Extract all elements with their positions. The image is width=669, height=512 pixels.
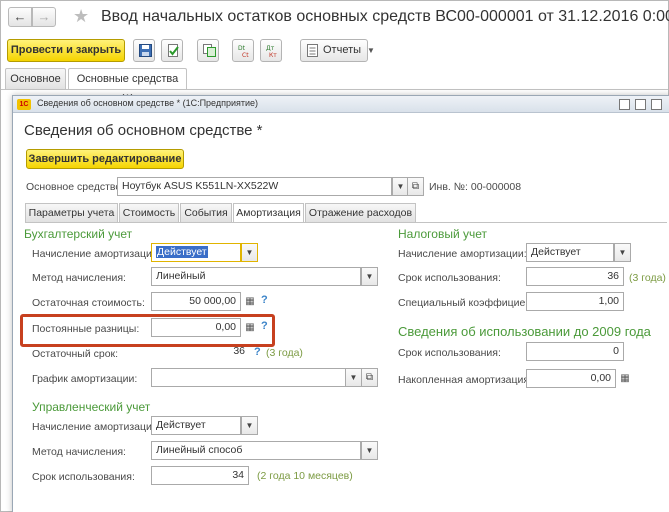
tax-section-title: Налоговый учет: [398, 227, 487, 241]
residual-calculator-icon[interactable]: ▦: [241, 292, 259, 311]
tax-depr-dropdown[interactable]: ▼: [614, 243, 631, 262]
remaining-term-help-icon[interactable]: ?: [254, 346, 261, 358]
save-button[interactable]: [133, 39, 155, 62]
management-method-label: Метод начисления:: [32, 446, 126, 458]
permanent-diff-highlight: [20, 314, 275, 347]
management-method-dropdown[interactable]: ▼: [361, 441, 378, 460]
residual-cost-field[interactable]: 50 000,00: [151, 292, 241, 311]
tabs-divider: [1, 89, 668, 90]
dt-kt-ru-icon: ДтКт: [266, 45, 277, 57]
pre2009-term-label: Срок использования:: [398, 347, 501, 359]
tab-fixed-assets[interactable]: Основные средства (1): [68, 68, 187, 105]
dialog-window-title: Сведения об основном средстве * (1С:Пред…: [37, 98, 259, 108]
open-asset-icon[interactable]: ⧉: [407, 177, 424, 196]
svg-text:Дт: Дт: [266, 45, 275, 52]
tax-term-note: (3 года): [629, 272, 666, 284]
management-term-note: (2 года 10 месяцев): [257, 470, 353, 482]
svg-text:Dt: Dt: [238, 45, 246, 52]
accounting-depr-label: Начисление амортизации:: [32, 248, 161, 260]
accounting-method-field[interactable]: Линейный: [151, 267, 361, 286]
dtkt-journal-button[interactable]: Dt Ct: [232, 39, 254, 62]
window-titlebar: ← → ★ Ввод начальных остатков основных с…: [1, 1, 669, 35]
save-icon: [139, 44, 152, 57]
asset-field[interactable]: Ноутбук ASUS K551LN-XX522W: [117, 177, 392, 196]
svg-text:Ct: Ct: [242, 52, 249, 57]
management-depr-dropdown[interactable]: ▼: [241, 416, 258, 435]
accounting-method-label: Метод начисления:: [32, 272, 126, 284]
post-button[interactable]: [161, 39, 183, 62]
inventory-number: Инв. №: 00-000008: [429, 181, 522, 193]
management-depr-label: Начисление амортизации:: [32, 421, 161, 433]
menu-icon[interactable]: [651, 99, 662, 110]
finish-editing-button[interactable]: Завершить редактирование: [26, 149, 184, 169]
accumulated-depr-label: Накопленная амортизация:: [398, 374, 532, 386]
tab-depreciation[interactable]: Амортизация: [233, 203, 304, 223]
inner-tabs-divider: [25, 222, 667, 223]
post-and-close-button[interactable]: Провести и закрыть: [7, 39, 125, 62]
window-title: Ввод начальных остатков основных средств…: [101, 8, 669, 25]
management-term-field[interactable]: 34: [151, 466, 249, 485]
management-depr-field[interactable]: Действует: [151, 416, 241, 435]
accounting-depr-dropdown[interactable]: ▼: [241, 243, 258, 262]
special-coef-field[interactable]: 1,00: [526, 292, 624, 311]
residual-help-icon[interactable]: ?: [261, 294, 268, 306]
calculator-icon[interactable]: [635, 99, 646, 110]
tab-accounting-params[interactable]: Параметры учета: [25, 203, 118, 222]
document-toolbar: Провести и закрыть Dt Ct Дт Кт Отчеты ▼: [1, 39, 668, 65]
back-button[interactable]: ←: [8, 7, 32, 27]
accounting-method-dropdown[interactable]: ▼: [361, 267, 378, 286]
tax-depr-field[interactable]: Действует: [526, 243, 614, 262]
post-document-icon: [168, 44, 179, 57]
pre2009-section-title: Сведения об использовании до 2009 года: [398, 324, 651, 339]
reports-icon: [307, 44, 318, 57]
depr-schedule-dropdown[interactable]: ▼: [345, 368, 362, 387]
accounting-section-title: Бухгалтерский учет: [24, 227, 133, 241]
tab-main[interactable]: Основное: [5, 68, 66, 89]
dialog-heading: Сведения об основном средстве *: [24, 122, 263, 139]
document-link-icon: [203, 44, 216, 57]
management-method-field[interactable]: Линейный способ: [151, 441, 361, 460]
asset-label: Основное средство:: [26, 181, 125, 193]
special-coef-label: Специальный коэффициент:: [398, 297, 539, 309]
reports-menu-button[interactable]: Отчеты ▼: [300, 39, 375, 62]
tax-term-field[interactable]: 36: [526, 267, 624, 286]
dtkt-ledger-button[interactable]: Дт Кт: [260, 39, 282, 62]
tax-depr-label: Начисление амортизации:: [398, 248, 527, 260]
accounting-depr-value: Действует: [156, 246, 208, 258]
remaining-term-note: (3 года): [266, 347, 303, 359]
depr-schedule-label: График амортизации:: [32, 373, 138, 385]
tab-expense-reflection[interactable]: Отражение расходов: [305, 203, 416, 222]
tab-cost[interactable]: Стоимость: [119, 203, 179, 222]
chevron-down-icon: ▼: [367, 46, 375, 55]
depr-schedule-field[interactable]: [151, 368, 346, 387]
forward-button[interactable]: →: [32, 7, 56, 27]
1c-logo-icon: 1С: [17, 99, 31, 110]
tax-term-label: Срок использования:: [398, 272, 501, 284]
main-window: ← → ★ Ввод начальных остатков основных с…: [0, 0, 669, 512]
open-schedule-icon[interactable]: ⧉: [361, 368, 378, 387]
reports-label: Отчеты: [323, 44, 362, 56]
remaining-term-label: Остаточный срок:: [32, 348, 119, 360]
dt-kt-icon: DtCt: [238, 45, 249, 57]
pre2009-term-field[interactable]: 0: [526, 342, 624, 361]
favorite-star-icon[interactable]: ★: [73, 6, 89, 26]
accumulated-calculator-icon[interactable]: ▦: [616, 369, 634, 388]
dialog-titlebar: 1С Сведения об основном средстве * (1С:П…: [13, 96, 669, 113]
accumulated-depr-field[interactable]: 0,00: [526, 369, 616, 388]
svg-text:Кт: Кт: [269, 52, 277, 57]
residual-cost-label: Остаточная стоимость:: [32, 297, 145, 309]
tab-events[interactable]: События: [180, 203, 232, 222]
accounting-depr-field[interactable]: Действует: [151, 243, 241, 262]
management-term-label: Срок использования:: [32, 471, 135, 483]
based-on-button[interactable]: [197, 39, 219, 62]
print-icon[interactable]: [619, 99, 630, 110]
management-section-title: Управленческий учет: [32, 400, 151, 414]
